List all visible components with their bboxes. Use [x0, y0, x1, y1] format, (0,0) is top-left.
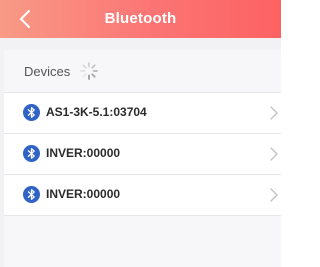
header-bar: Bluetooth [0, 0, 281, 38]
devices-section-title: Devices [24, 64, 71, 79]
chevron-right-icon [270, 106, 278, 120]
list-item[interactable]: INVER:00000 [4, 175, 281, 216]
device-name: AS1-3K-5.1:03704 [46, 105, 147, 119]
chevron-right-icon [270, 188, 278, 202]
devices-panel: Devices AS1-3K-5.1:03704 INVER:00000 INV… [4, 50, 281, 267]
device-name: INVER:00000 [46, 187, 121, 201]
device-name: INVER:00000 [46, 146, 121, 160]
chevron-right-icon [270, 147, 278, 161]
device-list: AS1-3K-5.1:03704 INVER:00000 INVER:00000 [4, 92, 281, 216]
bluetooth-screen: Bluetooth Devices AS1-3K-5.1:03704 INVER… [0, 0, 281, 267]
list-item[interactable]: AS1-3K-5.1:03704 [4, 92, 281, 134]
list-item[interactable]: INVER:00000 [4, 134, 281, 175]
bluetooth-icon [23, 104, 40, 121]
bluetooth-icon [23, 186, 40, 203]
devices-section-header: Devices [4, 50, 281, 92]
page-title: Bluetooth [104, 10, 177, 27]
loading-spinner-icon [80, 62, 98, 80]
bluetooth-icon [23, 145, 40, 162]
